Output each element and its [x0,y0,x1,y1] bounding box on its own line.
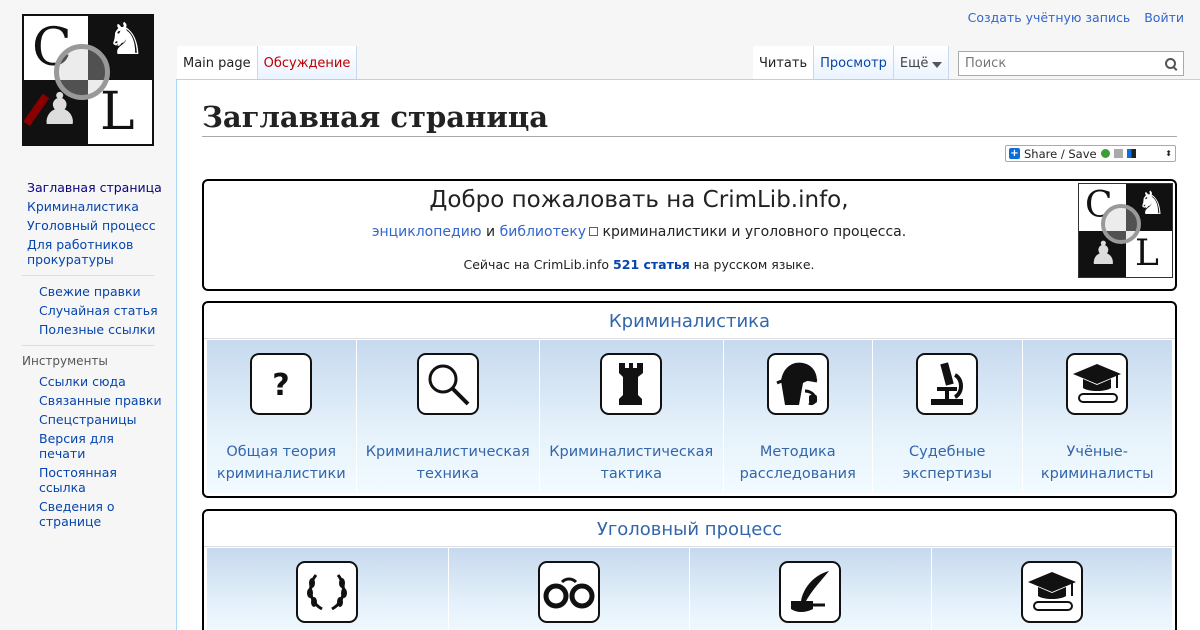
criminal-procedure-title-link[interactable]: Уголовный процесс [597,519,782,540]
sidebar-interaction: Свежие правки Случайная статья Полезные … [0,284,176,337]
sidebar-item-prosecutors[interactable]: Для работников прокуратуры [27,237,147,267]
share-save-label: Share / Save [1024,146,1097,161]
mini-logo: C L ♞ ♟ [1078,183,1173,278]
sidebar-item-special-pages[interactable]: Спецстраницы [39,412,176,427]
article-count-link[interactable]: 521 статья [613,257,690,272]
knight-icon: ♞ [106,14,146,65]
sidebar-tools: Ссылки сюда Связанные правки Спецстраниц… [0,374,176,529]
portal-label[interactable]: Криминалистическая тактика [540,441,723,485]
sidebar-item-random-article[interactable]: Случайная статья [39,303,176,318]
welcome-and: и [486,224,496,240]
criminal-procedure-grid [207,548,1172,630]
tab-discussion[interactable]: Обсуждение [257,46,358,80]
laurel-icon[interactable] [296,561,359,623]
sidebar-divider [22,345,154,346]
detective-icon[interactable] [766,353,829,415]
search-box [958,51,1184,76]
welcome-box: Добро пожаловать на CrimLib.info, энцикл… [202,179,1177,291]
tab-read[interactable]: Читать [753,46,815,80]
site-logo[interactable]: C ♞ ♟ L [22,14,154,146]
sidebar-item-permalink[interactable]: Постоянная ссылка [39,465,129,495]
updown-icon: ⬍ [1165,149,1172,158]
portal-label[interactable]: Общая теория криминалистики [207,441,356,485]
share-icon [1126,149,1136,158]
sidebar-item-related-changes[interactable]: Связанные правки [39,393,176,408]
external-link-icon [589,227,599,236]
welcome-rest: криминалистики и уголовного процесса. [602,224,907,240]
stat-suffix: на русском языке. [693,257,815,272]
sidebar-item-criminalistics[interactable]: Криминалистика [27,199,176,214]
content-area: Заглавная страница + Share / Save ⬍ Добр… [176,79,1200,630]
share-save-button[interactable]: + Share / Save ⬍ [1005,145,1176,162]
criminalistics-portal: Криминалистика ? Общая теория криминалис… [202,301,1177,498]
namespace-tabs: Main page Обсуждение [177,46,358,80]
tab-view-source[interactable]: Просмотр [814,46,894,80]
search-input[interactable] [965,56,1165,71]
portal-label[interactable]: Учёные-криминалисты [1023,441,1173,485]
portal-cell-scientists[interactable]: Учёные-криминалисты [1022,340,1173,493]
encyclopedia-link[interactable]: энциклопедию [372,224,482,240]
portal-cell-tactics[interactable]: Криминалистическая тактика [540,340,724,493]
criminal-procedure-title: Уголовный процесс [204,511,1175,547]
welcome-heading: Добро пожаловать на CrimLib.info, [429,187,849,213]
search-icon[interactable] [1165,57,1177,70]
svg-text:?: ? [273,368,290,403]
portal-cell-quill[interactable] [690,548,932,630]
handcuffs-icon[interactable] [537,561,600,623]
portal-cell-technique[interactable]: Криминалистическая техника [356,340,540,493]
chevron-down-icon [932,62,943,68]
portal-label[interactable]: Судебные экспертизы [873,441,1022,485]
logo-letter-l: L [100,82,135,142]
graduation-cap-icon[interactable] [1020,561,1083,623]
welcome-subtitle: энциклопедию и библиотеку криминалистики… [204,224,1074,240]
sidebar-navigation: Заглавная страница Криминалистика Уголов… [0,180,176,267]
magnifier-lens-icon [54,44,110,100]
rook-icon[interactable] [600,353,663,415]
share-icon [1113,149,1123,158]
personal-tools: Создать учётную запись Войти [958,10,1184,25]
sidebar-item-page-info[interactable]: Сведения о странице [39,499,129,529]
criminalistics-title-link[interactable]: Криминалистика [609,311,770,332]
sidebar-item-recent-changes[interactable]: Свежие правки [39,284,176,299]
sidebar-item-criminal-procedure[interactable]: Уголовный процесс [27,218,176,233]
portal-cell-general-theory[interactable]: ? Общая теория криминалистики [207,340,357,493]
sidebar-item-printable[interactable]: Версия для печати [39,431,129,461]
magnifier-icon[interactable] [416,353,479,415]
login-link[interactable]: Войти [1144,10,1184,25]
criminal-procedure-portal: Уголовный процесс [202,509,1177,630]
criminalistics-grid: ? Общая теория криминалистики Криминалис… [207,340,1172,493]
portal-cell-scholars[interactable] [931,548,1172,630]
mini-logo-letter-l: L [1135,233,1159,274]
library-link[interactable]: библиотеку [500,224,587,240]
plus-icon: + [1009,148,1020,159]
portal-cell-laurel[interactable] [207,548,449,630]
portal-cell-expertise[interactable]: Судебные экспертизы [873,340,1023,493]
tab-main-page[interactable]: Main page [177,46,258,80]
stat-prefix: Сейчас на CrimLib.info [463,257,610,272]
microscope-icon[interactable] [916,353,979,415]
sidebar-item-main-page[interactable]: Заглавная страница [27,180,176,195]
sidebar-tools-heading: Инструменты [22,354,108,368]
portal-cell-handcuffs[interactable] [448,548,690,630]
view-tabs: Читать Просмотр Ещё [753,46,950,80]
page-title: Заглавная страница [202,100,1177,137]
sidebar-item-what-links-here[interactable]: Ссылки сюда [39,374,176,389]
graduation-cap-icon[interactable] [1066,353,1129,415]
share-icon [1100,149,1110,158]
portal-label[interactable]: Методика расследования [724,441,873,485]
criminalistics-title: Криминалистика [204,303,1175,339]
sidebar-item-useful-links[interactable]: Полезные ссылки [39,322,176,337]
quill-icon[interactable] [779,561,842,623]
portal-cell-methodology[interactable]: Методика расследования [723,340,873,493]
sidebar: Заглавная страница Криминалистика Уголов… [0,180,176,533]
sidebar-divider [22,275,154,276]
tab-more-label: Ещё [899,56,929,71]
tab-more[interactable]: Ещё [893,46,950,80]
create-account-link[interactable]: Создать учётную запись [968,10,1131,25]
question-icon[interactable]: ? [250,353,313,415]
magnifier-lens-icon [1101,204,1141,244]
knight-icon: ♞ [1137,184,1166,222]
portal-label[interactable]: Криминалистическая техника [357,441,540,485]
article-count: Сейчас на CrimLib.info 521 статья на рус… [204,257,1074,272]
